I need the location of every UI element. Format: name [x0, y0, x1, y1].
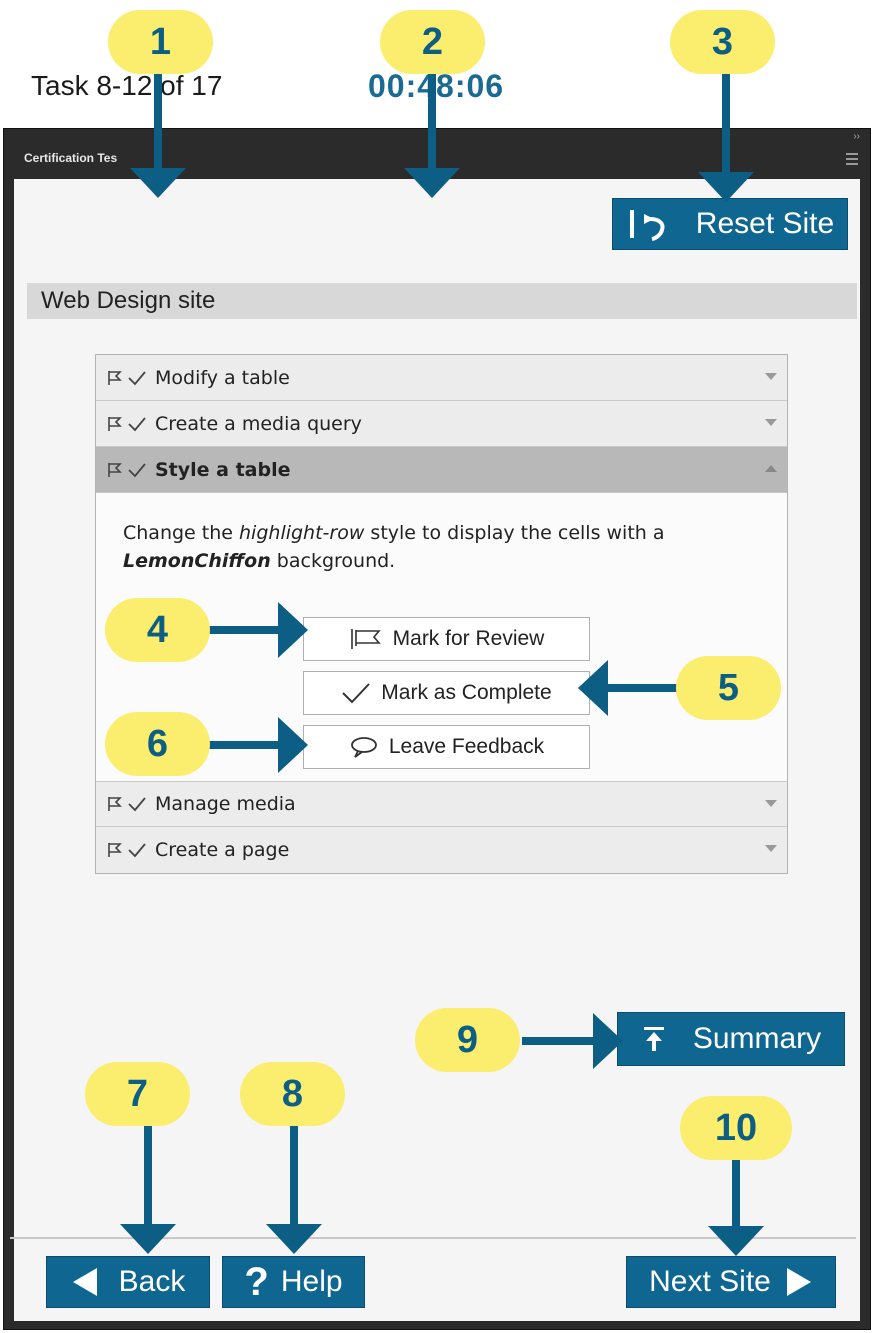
collapse-icon[interactable]: ››: [853, 131, 860, 142]
reset-site-button[interactable]: Reset Site: [612, 198, 848, 250]
task-item-label: Create a media query: [155, 412, 362, 435]
flag-icon[interactable]: [106, 461, 124, 479]
mark-for-review-label: Mark for Review: [392, 627, 545, 650]
reset-site-label: Reset Site: [695, 207, 835, 240]
next-site-label: Next Site: [649, 1265, 771, 1298]
task-counter: Task 8-12 of 17: [31, 70, 223, 101]
flag-icon[interactable]: [106, 415, 124, 433]
mark-as-complete-label: Mark as Complete: [381, 681, 552, 704]
help-button[interactable]: ? Help: [222, 1256, 365, 1308]
speech-bubble-icon: [350, 737, 377, 758]
task-item-label: Modify a table: [155, 366, 290, 389]
callout-10: 10: [680, 1096, 792, 1160]
chevron-up-icon: [765, 465, 777, 472]
callout-7: 7: [85, 1062, 190, 1126]
back-arrow-icon: [72, 1268, 97, 1296]
site-name: Web Design site: [41, 287, 216, 314]
task-item-label: Create a page: [155, 839, 290, 861]
chevron-down-icon: [765, 800, 777, 807]
mark-as-complete-button[interactable]: Mark as Complete: [303, 671, 590, 715]
callout-9: 9: [415, 1008, 520, 1072]
task-item-label: Manage media: [155, 793, 296, 815]
mark-for-review-button[interactable]: Mark for Review: [303, 617, 590, 661]
titlebar: Certification Tes ››: [4, 129, 870, 179]
task-item-modify-table[interactable]: Modify a table: [96, 355, 787, 401]
panel-menu-icon[interactable]: [846, 153, 858, 165]
task-item-media-query[interactable]: Create a media query: [96, 401, 787, 447]
leave-feedback-label: Leave Feedback: [388, 735, 545, 758]
callout-6: 6: [105, 712, 210, 776]
callout-8: 8: [240, 1062, 345, 1126]
back-button[interactable]: Back: [46, 1256, 210, 1308]
site-name-bar: Web Design site: [27, 283, 857, 319]
task-description: Change the highlight-row style to displa…: [123, 519, 763, 575]
style-name: highlight-row: [239, 522, 365, 544]
reset-icon: [629, 210, 665, 241]
check-icon[interactable]: [127, 461, 147, 479]
help-label: Help: [280, 1265, 343, 1298]
check-icon[interactable]: [127, 369, 147, 387]
callout-4: 4: [105, 598, 210, 662]
task-item-create-page[interactable]: Create a page: [96, 827, 787, 873]
help-icon: ?: [244, 1259, 269, 1304]
window-title: Certification Tes: [24, 151, 118, 165]
leave-feedback-button[interactable]: Leave Feedback: [303, 725, 590, 769]
callout-1: 1: [108, 10, 213, 74]
task-item-label: Style a table: [155, 458, 291, 481]
check-icon[interactable]: [127, 795, 147, 813]
description-text: background.: [270, 550, 396, 572]
next-site-button[interactable]: Next Site: [626, 1256, 836, 1308]
chevron-down-icon: [765, 419, 777, 426]
description-text: style to display the cells with a: [364, 522, 665, 544]
check-icon[interactable]: [127, 415, 147, 433]
footer-divider: [10, 1237, 856, 1239]
callout-5: 5: [676, 656, 781, 720]
flag-icon: [350, 629, 381, 649]
chevron-down-icon: [765, 373, 777, 380]
task-item-manage-media[interactable]: Manage media: [96, 781, 787, 827]
check-icon[interactable]: [127, 841, 147, 859]
summary-button[interactable]: Summary: [617, 1012, 845, 1066]
next-arrow-icon: [786, 1268, 811, 1296]
color-name: LemonChiffon: [123, 550, 271, 572]
check-icon: [342, 683, 371, 704]
task-item-style-table[interactable]: Style a table: [96, 447, 787, 493]
description-text: Change the: [123, 522, 240, 544]
flag-icon[interactable]: [106, 369, 124, 387]
flag-icon[interactable]: [106, 841, 124, 859]
chevron-down-icon: [765, 845, 777, 852]
callout-2: 2: [380, 10, 485, 74]
summary-icon: [643, 1027, 664, 1051]
summary-label: Summary: [692, 1022, 822, 1055]
callout-3: 3: [670, 10, 775, 74]
back-label: Back: [118, 1265, 186, 1298]
flag-icon[interactable]: [106, 795, 124, 813]
